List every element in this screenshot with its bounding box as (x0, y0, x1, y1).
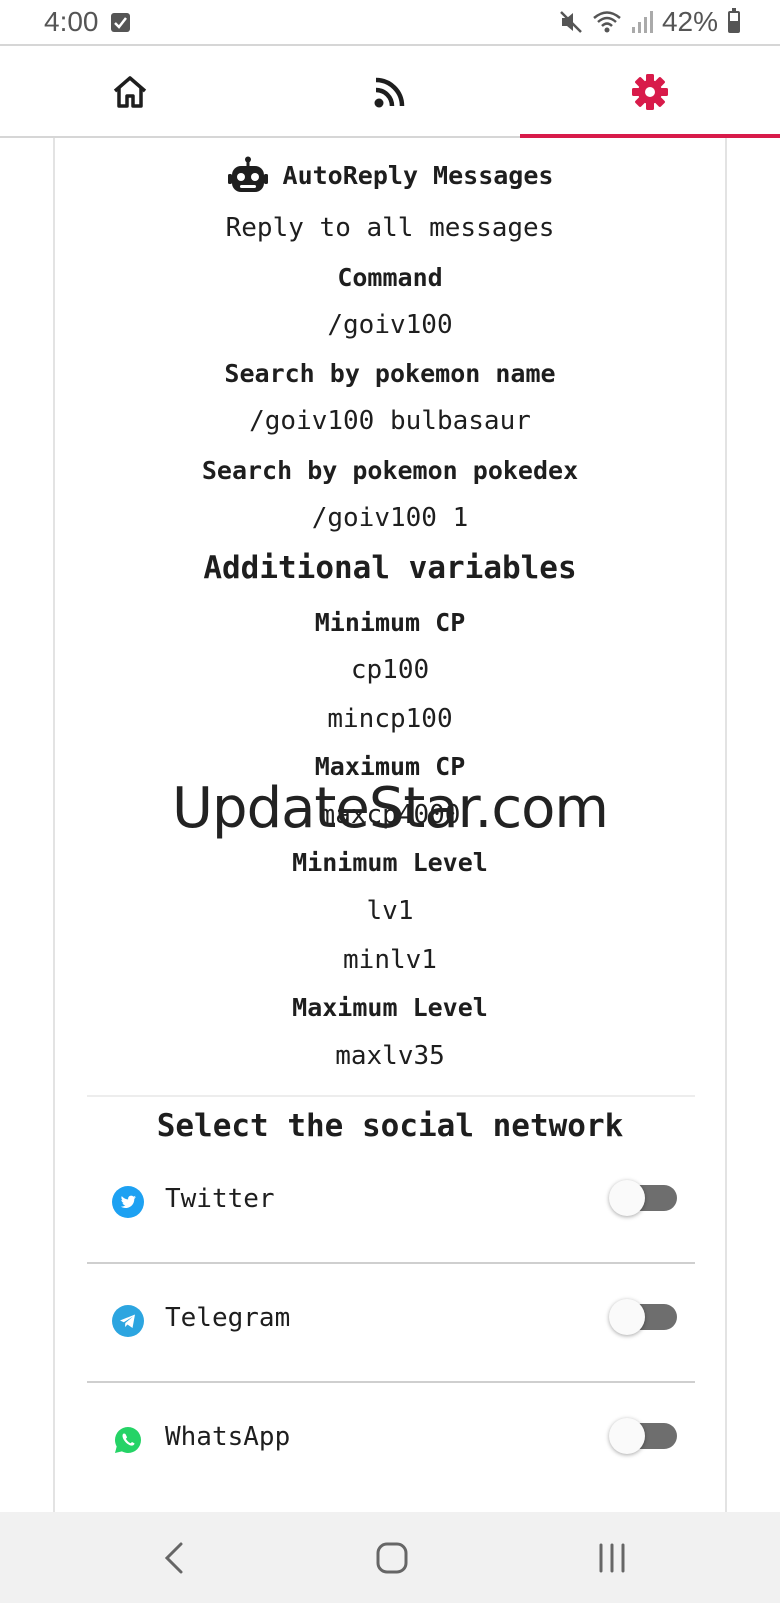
network-row-whatsapp: WhatsApp (55, 1410, 725, 1470)
tab-home[interactable] (0, 46, 260, 138)
whatsapp-icon (115, 1427, 141, 1453)
home-icon (113, 76, 147, 108)
robot-icon (227, 156, 268, 192)
autoreply-title: AutoReply Messages (282, 160, 554, 190)
nav-recents-button[interactable] (552, 1512, 672, 1603)
status-indicators: 42% (558, 6, 740, 38)
toggle-telegram[interactable] (609, 1299, 677, 1335)
max-cp-value: maxcp4000 (319, 800, 461, 830)
tab-feed[interactable] (260, 46, 520, 138)
min-cp-value-1: cp100 (350, 655, 430, 685)
network-label-twitter: Twitter (165, 1184, 275, 1214)
max-cp-label: Maximum CP (314, 752, 466, 781)
status-time: 4:00 (44, 6, 99, 37)
rss-icon (374, 77, 405, 108)
section-divider (87, 1095, 695, 1097)
network-label-telegram: Telegram (165, 1303, 291, 1333)
autoreply-heading: AutoReply Messages (55, 156, 725, 194)
network-label-whatsapp: WhatsApp (165, 1422, 291, 1452)
twitter-icon (112, 1186, 144, 1218)
min-cp-value-2: mincp100 (327, 704, 453, 734)
nav-home-button[interactable] (332, 1512, 452, 1603)
toggle-whatsapp[interactable] (609, 1418, 677, 1454)
row-divider (87, 1262, 695, 1264)
tab-bar (0, 46, 780, 138)
toggle-twitter[interactable] (609, 1180, 677, 1216)
mute-icon (560, 11, 582, 33)
settings-card: AutoReply Messages Reply to all messages… (53, 138, 727, 1512)
search-dex-value: /goiv100 1 (311, 503, 469, 533)
recents-icon (599, 1543, 625, 1572)
command-value: /goiv100 (327, 310, 453, 340)
status-bar: 4:00 42% (0, 0, 780, 46)
max-level-value: maxlv35 (335, 1041, 445, 1071)
search-name-value: /goiv100 bulbasaur (249, 406, 531, 436)
min-cp-label: Minimum CP (314, 608, 466, 637)
search-name-label: Search by pokemon name (224, 359, 556, 388)
row-divider (87, 1381, 695, 1383)
network-row-twitter: Twitter (55, 1172, 725, 1232)
checkbox-notification-icon (111, 13, 130, 32)
min-level-label: Minimum Level (292, 848, 488, 877)
min-level-value-2: minlv1 (343, 945, 437, 975)
tab-settings[interactable] (520, 46, 780, 138)
navigation-bar (0, 1512, 780, 1603)
search-dex-label: Search by pokemon pokedex (201, 456, 579, 485)
network-row-telegram: Telegram (55, 1291, 725, 1351)
autoreply-subtitle: Reply to all messages (225, 213, 555, 243)
signal-icon (631, 11, 653, 33)
back-icon (164, 1542, 183, 1573)
telegram-icon (112, 1305, 144, 1337)
wifi-icon (593, 11, 621, 33)
battery-percent: 42% (661, 6, 718, 37)
command-label: Command (337, 263, 443, 292)
gear-icon (632, 74, 668, 110)
home-circle-icon (376, 1542, 408, 1573)
battery-icon (728, 8, 740, 33)
nav-back-button[interactable] (114, 1512, 234, 1603)
additional-variables-title: Additional variables (203, 550, 577, 586)
social-network-title: Select the social network (156, 1108, 624, 1144)
max-level-label: Maximum Level (292, 993, 488, 1022)
min-level-value-1: lv1 (366, 896, 414, 926)
